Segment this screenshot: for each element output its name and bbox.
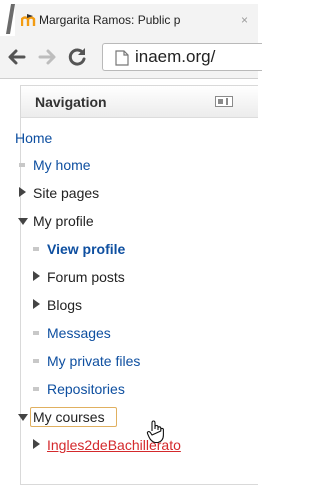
browser-tab-strip: Margarita Ramos: Public p × [0,0,258,36]
reload-icon[interactable] [66,46,88,68]
nav-blogs-label[interactable]: Blogs [47,294,82,316]
nav-site-pages-label[interactable]: Site pages [33,182,99,204]
nav-repositories-link[interactable]: Repositories [47,378,125,400]
bullet-icon [33,387,39,391]
expanded-arrow-icon[interactable] [18,218,28,225]
nav-messages-link[interactable]: Messages [47,322,111,344]
tab-edge [6,4,15,34]
url-text: inaem.org/ [135,47,216,66]
nav-my-home-link[interactable]: My home [33,154,91,176]
nav-item-home[interactable]: Home [15,127,258,149]
bullet-icon [19,163,25,167]
browser-tab[interactable]: Margarita Ramos: Public p × [15,4,258,36]
dock-block-icon[interactable] [215,96,233,107]
bullet-icon [33,331,39,335]
navigation-block-header: Navigation [21,86,258,118]
navigation-block: Navigation Home My home Site pages My pr… [15,85,258,485]
nav-home-link[interactable]: Home [15,127,52,149]
tab-title: Margarita Ramos: Public p [39,13,181,27]
collapsed-arrow-icon[interactable] [33,299,40,309]
nav-item-repositories[interactable]: Repositories [21,378,258,400]
expanded-arrow-icon[interactable] [18,414,28,421]
block-title: Navigation [35,94,107,110]
back-arrow-icon[interactable] [6,46,28,68]
collapsed-arrow-icon[interactable] [33,439,40,449]
nav-my-courses-label[interactable]: My courses [33,406,105,428]
collapsed-arrow-icon[interactable] [19,187,26,197]
bullet-icon [33,359,39,363]
forward-arrow-icon[interactable] [36,46,58,68]
tab-close-icon[interactable]: × [241,13,253,27]
bullet-icon [33,247,39,251]
nav-forum-posts-label[interactable]: Forum posts [47,266,125,288]
nav-view-profile-link[interactable]: View profile [47,238,125,260]
nav-my-private-files-link[interactable]: My private files [47,350,140,372]
browser-toolbar: inaem.org/ [0,36,262,79]
nav-item-view-profile[interactable]: View profile [21,238,258,260]
hand-cursor-icon [146,420,164,444]
page-icon [115,50,129,66]
nav-my-profile-label[interactable]: My profile [33,210,94,232]
address-bar[interactable]: inaem.org/ [102,43,262,71]
nav-item-my-profile[interactable]: My profile [18,210,258,232]
nav-item-my-courses[interactable]: My courses [18,406,258,428]
moodle-favicon-icon [21,14,36,26]
nav-item-my-home[interactable]: My home [19,154,258,176]
nav-item-my-private-files[interactable]: My private files [21,350,258,372]
nav-item-blogs[interactable]: Blogs [21,294,258,316]
nav-item-messages[interactable]: Messages [21,322,258,344]
nav-item-course[interactable]: Ingles2deBachillerato [21,434,258,456]
collapsed-arrow-icon[interactable] [33,271,40,281]
nav-item-site-pages[interactable]: Site pages [19,182,258,204]
page-content: Navigation Home My home Site pages My pr… [0,79,258,485]
nav-item-forum-posts[interactable]: Forum posts [21,266,258,288]
